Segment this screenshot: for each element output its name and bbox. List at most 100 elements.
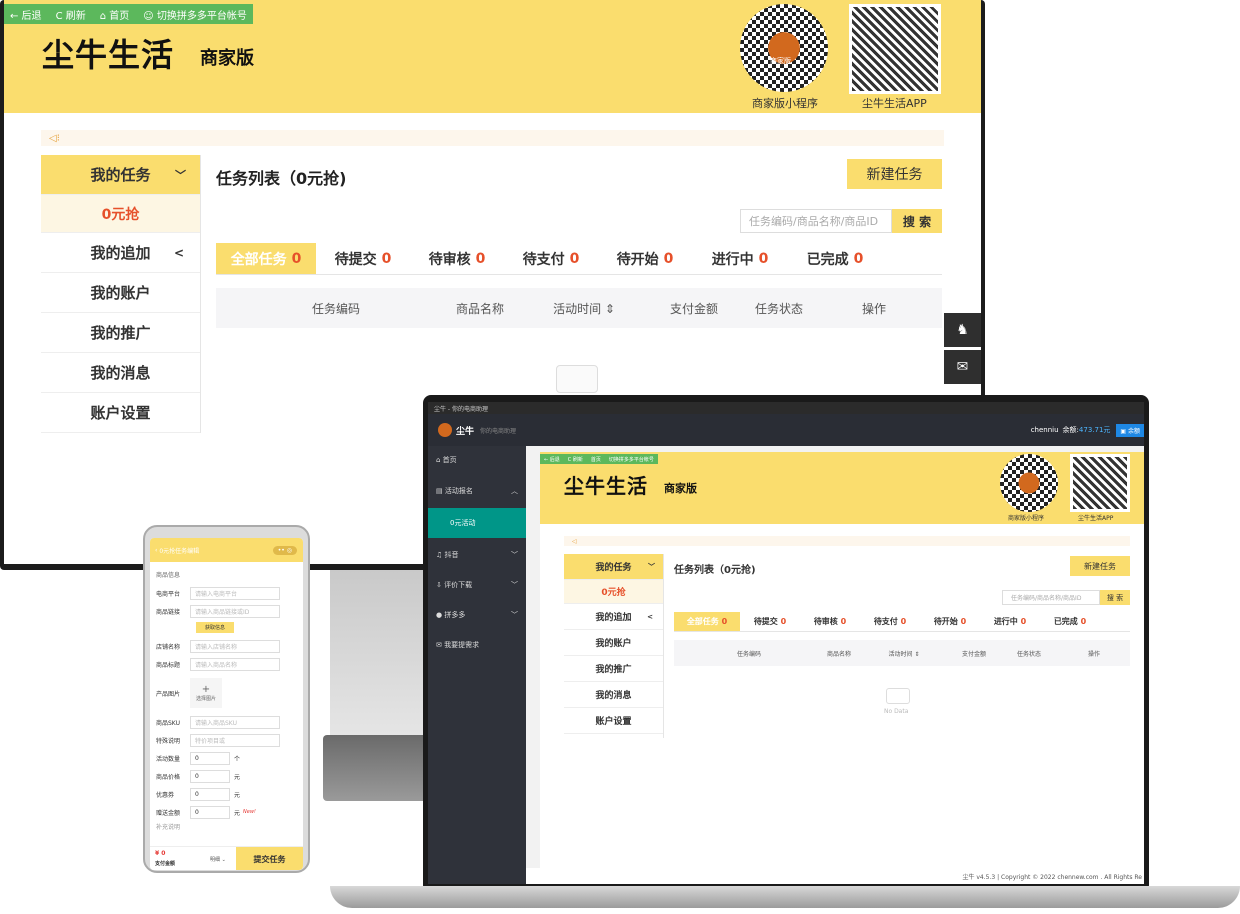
back-button[interactable]: ← 后退 xyxy=(10,7,42,22)
l-col-pay-amount: 支付金额 xyxy=(961,650,986,658)
tab-pending-pay[interactable]: 待支付 0 xyxy=(504,249,598,269)
link-input[interactable]: 请输入商品链接或ID xyxy=(190,604,280,618)
shop-input[interactable]: 请输入店铺名称 xyxy=(190,639,280,653)
l-search-input[interactable]: 任务编码/商品名称/商品ID xyxy=(1002,590,1100,605)
tab-pending-start[interactable]: 待开始 0 xyxy=(598,249,692,269)
window-title-bar: 尘牛 - 你的电商助理 xyxy=(428,402,1144,414)
title-input[interactable]: 请输入商品名称 xyxy=(190,657,280,671)
l-app-qr xyxy=(1070,454,1130,512)
sidebar-item-zero-yuan[interactable]: 0元抢 xyxy=(41,195,200,233)
new-task-button[interactable]: 新建任务 xyxy=(847,159,942,189)
chevron-down-icon: ﹀ xyxy=(511,551,518,559)
user-name: chenniu xyxy=(1030,426,1059,434)
switch-account-button[interactable]: ☺ 切换拼多多平台帐号 xyxy=(143,7,247,22)
laptop-content: ← 后退 C 刷新 首页 切换拼多多平台帐号 尘牛生活 商家版 商家版小程序 尘牛生活… xyxy=(526,446,1144,884)
l-item-my-additions[interactable]: 我的追加 < xyxy=(564,604,663,630)
l-back-button[interactable]: ← 后退 xyxy=(544,456,560,463)
nav-home[interactable]: ⌂ 首页 xyxy=(428,446,526,474)
phone-bottom-bar: ¥ 0 支付金额 明细 ⌄ 提交任务 xyxy=(150,846,303,870)
laptop-screen: 尘牛 - 你的电商助理 尘牛 你的电商助理 chenniu 余额: 473.71… xyxy=(428,402,1144,884)
l-item-my-promotion[interactable]: 我的推广 xyxy=(564,656,663,682)
tab-completed[interactable]: 已完成 0 xyxy=(788,249,882,269)
app-topbar: 尘牛 你的电商助理 chenniu 余额: 473.71元 ▣ 余额 xyxy=(428,414,1144,446)
nav-review-download[interactable]: ⇩ 评价下载 ﹀ xyxy=(428,570,526,600)
refresh-button[interactable]: C 刷新 xyxy=(56,7,86,22)
tab-in-progress[interactable]: 进行中 0 xyxy=(692,249,788,269)
nav-pinduoduo[interactable]: ● 拼多多 ﹀ xyxy=(428,600,526,630)
l-tab-pending-pay[interactable]: 待支付 0 xyxy=(860,616,920,627)
platform-select[interactable]: 请输入电商平台 xyxy=(190,586,280,600)
extra-note-label: 补充说明 xyxy=(156,823,181,831)
l-tab-pending-submit[interactable]: 待提交 0 xyxy=(740,616,800,627)
nav-request[interactable]: ✉ 我要提需求 xyxy=(428,630,526,660)
tab-all[interactable]: 全部任务 0 xyxy=(216,243,316,274)
nav-douyin[interactable]: ♫ 抖音 ﹀ xyxy=(428,540,526,570)
l-footer: 尘牛 v4.5.3 | Copyright © 2022 chennew.com… xyxy=(526,868,1144,884)
l-item-zero-yuan[interactable]: 0元抢 xyxy=(564,580,663,604)
gift-input[interactable]: 0 xyxy=(190,805,230,819)
l-top-toolbar: ← 后退 C 刷新 首页 切换拼多多平台帐号 xyxy=(540,454,658,464)
l-tab-in-progress[interactable]: 进行中 0 xyxy=(980,616,1040,627)
new-badge: New! xyxy=(243,809,256,815)
l-home-button[interactable]: 首页 xyxy=(591,456,601,463)
field-sku: 商品SKU 请输入商品SKU xyxy=(150,713,303,731)
phone-title: 0元抢任务编辑 xyxy=(159,547,200,555)
chevron-down-icon: ﹀ xyxy=(511,581,518,589)
quantity-input[interactable]: 0 xyxy=(190,751,230,765)
search-input[interactable]: 任务编码/商品名称/商品ID xyxy=(740,209,892,233)
sidebar-item-my-account[interactable]: 我的账户 xyxy=(41,273,200,313)
l-item-my-messages[interactable]: 我的消息 xyxy=(564,682,663,708)
l-col-activity-time[interactable]: 活动时间 ⇕ xyxy=(854,649,954,658)
detail-toggle[interactable]: 明细 ⌄ xyxy=(210,856,226,863)
l-tab-pending-review[interactable]: 待审核 0 xyxy=(800,616,860,627)
cart-icon: ▣ xyxy=(1120,427,1128,435)
header-banner: ← 后退 C 刷新 ⌂ 首页 ☺ 切换拼多多平台帐号 尘牛生活 商家版 商家版 … xyxy=(4,0,981,113)
l-notice-bar: ◁ xyxy=(564,536,1130,546)
l-search-button[interactable]: 搜 索 xyxy=(1100,590,1130,605)
nav-activity[interactable]: ▤ 活动报名 ︿ xyxy=(428,474,526,508)
l-tab-all[interactable]: 全部任务 0 xyxy=(674,612,740,631)
get-info-button[interactable]: 获取信息 xyxy=(196,622,234,633)
sidebar-item-my-promotion[interactable]: 我的推广 xyxy=(41,313,200,353)
mini-program-label: 商家版小程序 xyxy=(752,97,818,110)
field-link: 商品链接 请输入商品链接或ID xyxy=(150,602,303,620)
note-input[interactable]: 特价项目或 xyxy=(190,733,280,747)
col-actions: 操作 xyxy=(861,301,886,316)
submit-task-button[interactable]: 提交任务 xyxy=(236,847,303,870)
l-app-label: 尘牛生活APP xyxy=(1078,515,1114,522)
sidebar-item-my-tasks[interactable]: 我的任务 ﹀ xyxy=(41,155,200,195)
l-tab-pending-start[interactable]: 待开始 0 xyxy=(920,616,980,627)
sidebar-item-account-settings[interactable]: 账户设置 xyxy=(41,393,200,433)
price-input[interactable]: 0 xyxy=(190,769,230,783)
l-switch-button[interactable]: 切换拼多多平台帐号 xyxy=(609,456,654,463)
chevron-left-icon: < xyxy=(647,612,653,621)
wechat-icon[interactable]: ✉ xyxy=(944,350,981,384)
l-refresh-button[interactable]: C 刷新 xyxy=(568,456,583,463)
col-activity-time[interactable]: 活动时间 ⇕ xyxy=(504,300,664,317)
l-col-product-name: 商品名称 xyxy=(826,650,851,658)
coupon-input[interactable]: 0 xyxy=(190,787,230,801)
home-button[interactable]: ⌂ 首页 xyxy=(100,7,130,22)
l-new-task-button[interactable]: 新建任务 xyxy=(1070,556,1130,576)
sidebar-item-my-messages[interactable]: 我的消息 xyxy=(41,353,200,393)
l-col-task-status: 任务状态 xyxy=(1016,650,1041,658)
sidebar-item-my-additions[interactable]: 我的追加 < xyxy=(41,233,200,273)
col-task-code: 任务编码 xyxy=(311,301,360,316)
tab-pending-submit[interactable]: 待提交 0 xyxy=(316,249,410,269)
choose-image-button[interactable]: + 选择图片 xyxy=(190,678,222,708)
phone-navbar: ‹ 0元抢任务编辑 •• ◎ xyxy=(150,538,303,562)
l-item-my-tasks[interactable]: 我的任务 ﹀ xyxy=(564,554,663,580)
recharge-button[interactable]: ▣ 余额 xyxy=(1116,423,1144,437)
l-item-account-settings[interactable]: 账户设置 xyxy=(564,708,663,734)
l-mini-label: 商家版小程序 xyxy=(1008,515,1045,522)
qq-icon[interactable]: ♞ xyxy=(944,313,981,347)
tab-pending-review[interactable]: 待审核 0 xyxy=(410,249,504,269)
l-item-my-account[interactable]: 我的账户 xyxy=(564,630,663,656)
sku-input[interactable]: 请输入商品SKU xyxy=(190,715,280,729)
l-tab-completed[interactable]: 已完成 0 xyxy=(1040,616,1100,627)
top-toolbar: ← 后退 C 刷新 ⌂ 首页 ☺ 切换拼多多平台帐号 xyxy=(4,4,253,24)
capsule-menu-icon[interactable]: •• ◎ xyxy=(272,545,297,555)
nav-zero-activity[interactable]: 0元活动 xyxy=(428,508,526,538)
pay-label: 支付金额 xyxy=(155,861,176,867)
search-button[interactable]: 搜 索 xyxy=(892,209,942,233)
